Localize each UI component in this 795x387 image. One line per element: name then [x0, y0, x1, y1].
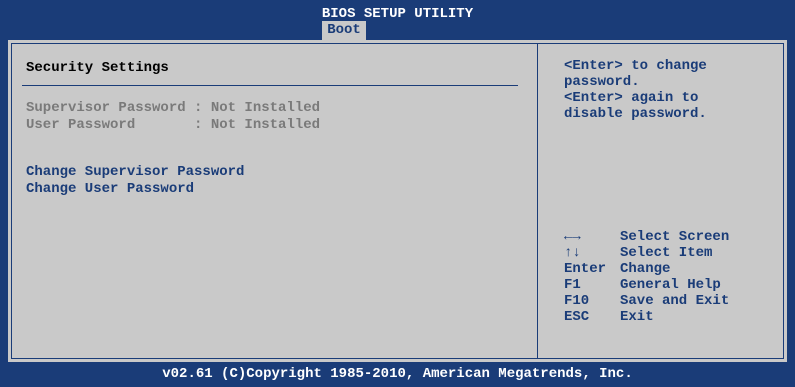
- key-action: Exit: [620, 309, 654, 325]
- key-action: Select Screen: [620, 229, 730, 245]
- key-legend: ←→ Select Screen ↑↓ Select Item Enter Ch…: [564, 229, 729, 325]
- help-line: <Enter> again to: [564, 90, 699, 106]
- key-f10: F10: [564, 293, 590, 309]
- change-user-password-item[interactable]: Change User Password: [26, 181, 194, 197]
- section-divider: [22, 85, 518, 86]
- key-row: ←→ Select Screen: [564, 229, 729, 245]
- bios-header: BIOS SETUP UTILITY Boot: [0, 0, 795, 40]
- key-f1: F1: [564, 277, 581, 293]
- key-row: ↑↓ Select Item: [564, 245, 729, 261]
- supervisor-password-status: Supervisor Password : Not Installed: [26, 100, 321, 116]
- tab-boot[interactable]: Boot: [322, 21, 366, 40]
- arrows-up-down-icon: ↑↓: [564, 245, 581, 261]
- key-row: Enter Change: [564, 261, 729, 277]
- arrows-left-right-icon: ←→: [564, 229, 581, 245]
- key-action: Save and Exit: [620, 293, 730, 309]
- copyright-footer: v02.61 (C)Copyright 1985-2010, American …: [0, 362, 795, 387]
- section-title: Security Settings: [26, 60, 169, 76]
- key-action: Select Item: [620, 245, 713, 261]
- panel-divider-vertical: [537, 43, 538, 359]
- help-text: <Enter> to change password. <Enter> agai…: [564, 58, 774, 122]
- key-enter: Enter: [564, 261, 607, 277]
- key-row: F10 Save and Exit: [564, 293, 729, 309]
- key-esc: ESC: [564, 309, 590, 325]
- key-action: General Help: [620, 277, 721, 293]
- key-row: ESC Exit: [564, 309, 729, 325]
- key-action: Change: [620, 261, 671, 277]
- help-line: disable password.: [564, 106, 707, 122]
- key-row: F1 General Help: [564, 277, 729, 293]
- help-line: <Enter> to change: [564, 58, 707, 74]
- change-supervisor-password-item[interactable]: Change Supervisor Password: [26, 164, 244, 180]
- user-password-status: User Password : Not Installed: [26, 117, 321, 133]
- help-line: password.: [564, 74, 640, 90]
- utility-title: BIOS SETUP UTILITY: [321, 6, 474, 22]
